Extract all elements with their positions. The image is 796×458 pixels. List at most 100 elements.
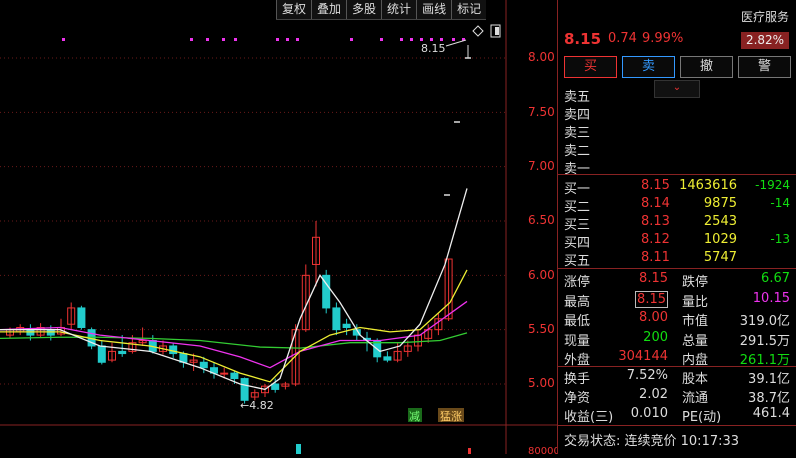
bid-row: 买四 8.12 1029 -13: [564, 232, 794, 251]
stat-row: 收益(三) 0.010 PE(动) 461.4: [564, 406, 794, 426]
stat-value: 6.67: [761, 271, 790, 286]
axis-tick: 6.50: [528, 213, 555, 227]
sector-change-badge: 2.82%: [741, 32, 789, 49]
candle-body: [240, 378, 249, 401]
signal-dot: [206, 38, 209, 41]
axis-tick: 5.00: [528, 376, 555, 390]
bid-row: 买三 8.13 2543: [564, 214, 794, 233]
stat-value: 0.010: [630, 406, 668, 421]
stat-value: 200: [643, 329, 668, 345]
stat-value: 319.0亿: [739, 314, 790, 329]
volume-bar: [296, 444, 301, 454]
ask-label: 卖三: [564, 126, 591, 141]
reduce-tag: 减: [409, 410, 420, 423]
statistics-button[interactable]: 统计: [381, 0, 416, 19]
bid-row: 买二 8.14 9875 -14: [564, 196, 794, 215]
stat-row: 换手 7.52% 股本 39.1亿: [564, 368, 794, 388]
kline-svg[interactable]: 8.15 ←4.82 减 猛涨: [0, 0, 557, 454]
stat-label: 市值: [682, 314, 709, 329]
axis-tick: 7.50: [528, 105, 555, 119]
stat-value: 461.4: [752, 406, 790, 421]
mark-button[interactable]: 标记: [451, 0, 486, 19]
draw-line-button[interactable]: 画线: [416, 0, 451, 19]
stat-value: 38.7亿: [748, 391, 790, 406]
fuquan-button[interactable]: 复权: [276, 0, 311, 19]
volume-bar: [468, 448, 471, 454]
axis-tick: 8.00: [528, 50, 555, 64]
bid-label: 买三: [564, 218, 591, 233]
signal-dot: [276, 38, 279, 41]
sell-button[interactable]: 卖: [622, 56, 675, 78]
chart-toolbar: 复权 叠加 多股 统计 画线 标记: [276, 0, 487, 20]
ask-label: 卖二: [564, 144, 591, 159]
axis-tick: 5.50: [528, 322, 555, 336]
candle-body: [199, 361, 208, 369]
ask-row: 卖二: [564, 140, 794, 159]
ask-row: 卖五: [564, 86, 794, 105]
bid-delta: -1924: [755, 178, 790, 192]
axis-tick: 6.00: [528, 268, 555, 282]
candle-body: [342, 323, 351, 328]
bid-delta: -14: [770, 196, 790, 210]
cancel-order-button[interactable]: 撤: [680, 56, 733, 78]
stat-value: 8.00: [639, 310, 668, 325]
high-price-annotation: 8.15: [421, 42, 446, 55]
bid-price: 8.14: [641, 196, 670, 211]
stat-label: 最低: [564, 314, 591, 329]
overlay-button[interactable]: 叠加: [311, 0, 346, 19]
buy-button[interactable]: 买: [564, 56, 617, 78]
quote-panel: 医疗服务 2.82% 8.15 0.74 9.99% 买 卖 撤 警 ⌄ 卖五卖…: [557, 0, 796, 454]
signal-dot: [222, 38, 225, 41]
stat-label: 总量: [682, 333, 709, 349]
signal-dot: [286, 38, 289, 41]
candlestick-chart[interactable]: 8.15 ←4.82 减 猛涨: [0, 0, 557, 454]
ma10-line: [0, 269, 468, 383]
stat-label: 最高: [564, 294, 591, 310]
candle-body: [383, 356, 392, 361]
stat-row: 涨停 8.15 跌停 6.67: [564, 271, 794, 291]
bid-delta: -13: [770, 232, 790, 246]
surge-tag: 猛涨: [440, 410, 462, 423]
signal-dot: [62, 38, 65, 41]
alert-button[interactable]: 警: [738, 56, 791, 78]
sector-name[interactable]: 医疗服务: [741, 8, 789, 25]
ask-label: 卖五: [564, 90, 591, 105]
trading-status: 交易状态: 连续竞价 10:17:33: [564, 434, 740, 449]
price-change-pct: 9.99%: [642, 31, 684, 46]
bid-volume: 1463616: [679, 178, 737, 193]
candle-body: [332, 307, 341, 331]
bid-label: 买二: [564, 200, 591, 215]
bid-volume: 5747: [703, 250, 737, 265]
stat-label: PE(动): [682, 410, 722, 425]
panel-toggle-fill: [495, 27, 499, 35]
stat-label: 净资: [564, 391, 591, 406]
stat-row: 现量 200 总量 291.5万: [564, 330, 794, 350]
stat-row: 净资 2.02 流通 38.7亿: [564, 387, 794, 407]
stat-value: 8.15: [635, 290, 668, 308]
bid-row: 买五 8.11 5747: [564, 250, 794, 269]
bid-label: 买四: [564, 236, 591, 251]
bid-volume: 9875: [703, 196, 737, 211]
signal-dot: [430, 38, 433, 41]
bid-price: 8.13: [641, 214, 670, 229]
stat-value: 2.02: [639, 387, 668, 402]
last-price: 8.15: [564, 30, 602, 48]
signal-dot: [400, 38, 403, 41]
candle-body: [230, 372, 239, 380]
multi-stock-button[interactable]: 多股: [346, 0, 381, 19]
bid-label: 买五: [564, 254, 591, 269]
signal-dot: [190, 38, 193, 41]
trade-buttons: 买 卖 撤 警: [564, 56, 791, 78]
bid-volume: 2543: [703, 214, 737, 229]
signal-dot: [234, 38, 237, 41]
low-price-annotation: ←4.82: [240, 399, 274, 412]
signal-dot: [350, 38, 353, 41]
stat-row: 最高 8.15 量比 10.15: [564, 290, 794, 311]
ask-row: 卖四: [564, 104, 794, 123]
volume-axis-tick: 80000: [528, 446, 560, 457]
candle-body: [271, 383, 280, 390]
stat-value: 291.5万: [739, 333, 790, 349]
ma60-line: [0, 332, 468, 349]
price-axis: 8.00 7.50 7.00 6.50 6.00 5.50 5.00 80000: [506, 0, 560, 457]
stat-label: 跌停: [682, 275, 709, 290]
